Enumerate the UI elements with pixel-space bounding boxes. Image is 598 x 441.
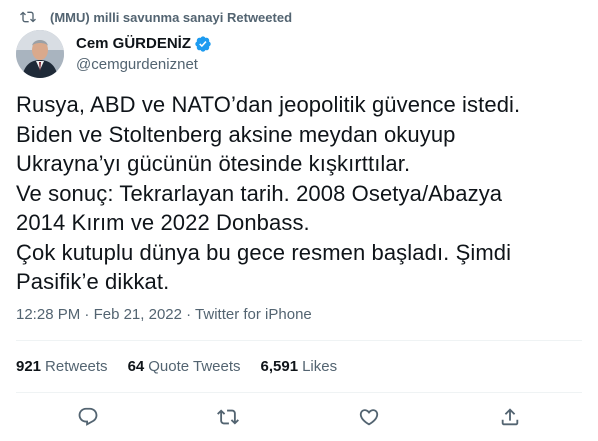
divider bbox=[16, 392, 582, 393]
tweet-actions bbox=[0, 400, 598, 434]
tweet-time[interactable]: 12:28 PM bbox=[16, 306, 80, 323]
likes-label: Likes bbox=[302, 358, 338, 375]
reply-icon bbox=[78, 407, 98, 426]
retweet-icon bbox=[217, 409, 239, 425]
retweets-label: Retweets bbox=[45, 358, 108, 375]
retweet-button[interactable] bbox=[217, 406, 239, 428]
meta-separator: · bbox=[84, 306, 90, 323]
retweets-count: 921 bbox=[16, 358, 42, 375]
tweet-stats: 921 Retweets 64 Quote Tweets 6,591 Likes bbox=[16, 358, 357, 375]
retweets-stat[interactable]: 921 Retweets bbox=[16, 358, 108, 375]
tweet-author: Cem GÜRDENİZ @cemgurdeniznet bbox=[16, 30, 212, 78]
tweet-source[interactable]: Twitter for iPhone bbox=[195, 306, 312, 323]
likes-count: 6,591 bbox=[260, 358, 299, 375]
likes-stat[interactable]: 6,591 Likes bbox=[261, 358, 338, 375]
tweet-meta: 12:28 PM · Feb 21, 2022 · Twitter for iP… bbox=[16, 306, 312, 323]
retweet-small-icon bbox=[20, 11, 36, 23]
quote-tweets-stat[interactable]: 64 Quote Tweets bbox=[128, 358, 241, 375]
like-button[interactable] bbox=[358, 406, 380, 428]
share-icon bbox=[501, 408, 519, 426]
share-button[interactable] bbox=[499, 406, 521, 428]
tweet-text: Rusya, ABD ve NATO’dan jeopolitik güvenc… bbox=[16, 92, 521, 294]
quotes-label: Quote Tweets bbox=[148, 358, 241, 375]
quotes-count: 64 bbox=[127, 358, 145, 375]
like-icon bbox=[359, 409, 379, 426]
meta-separator: · bbox=[186, 306, 192, 323]
avatar[interactable] bbox=[16, 30, 64, 78]
retweeted-by-text: (MMU) milli savunma sanayi Retweeted bbox=[50, 9, 293, 25]
retweeted-by-header[interactable]: (MMU) milli savunma sanayi Retweeted bbox=[20, 8, 292, 26]
author-name[interactable]: Cem GÜRDENİZ bbox=[76, 34, 191, 54]
divider bbox=[16, 340, 582, 341]
tweet-date[interactable]: Feb 21, 2022 bbox=[94, 306, 182, 323]
author-handle[interactable]: @cemgurdeniznet bbox=[76, 55, 212, 75]
verified-badge-icon bbox=[195, 35, 211, 52]
reply-button[interactable] bbox=[77, 406, 99, 428]
